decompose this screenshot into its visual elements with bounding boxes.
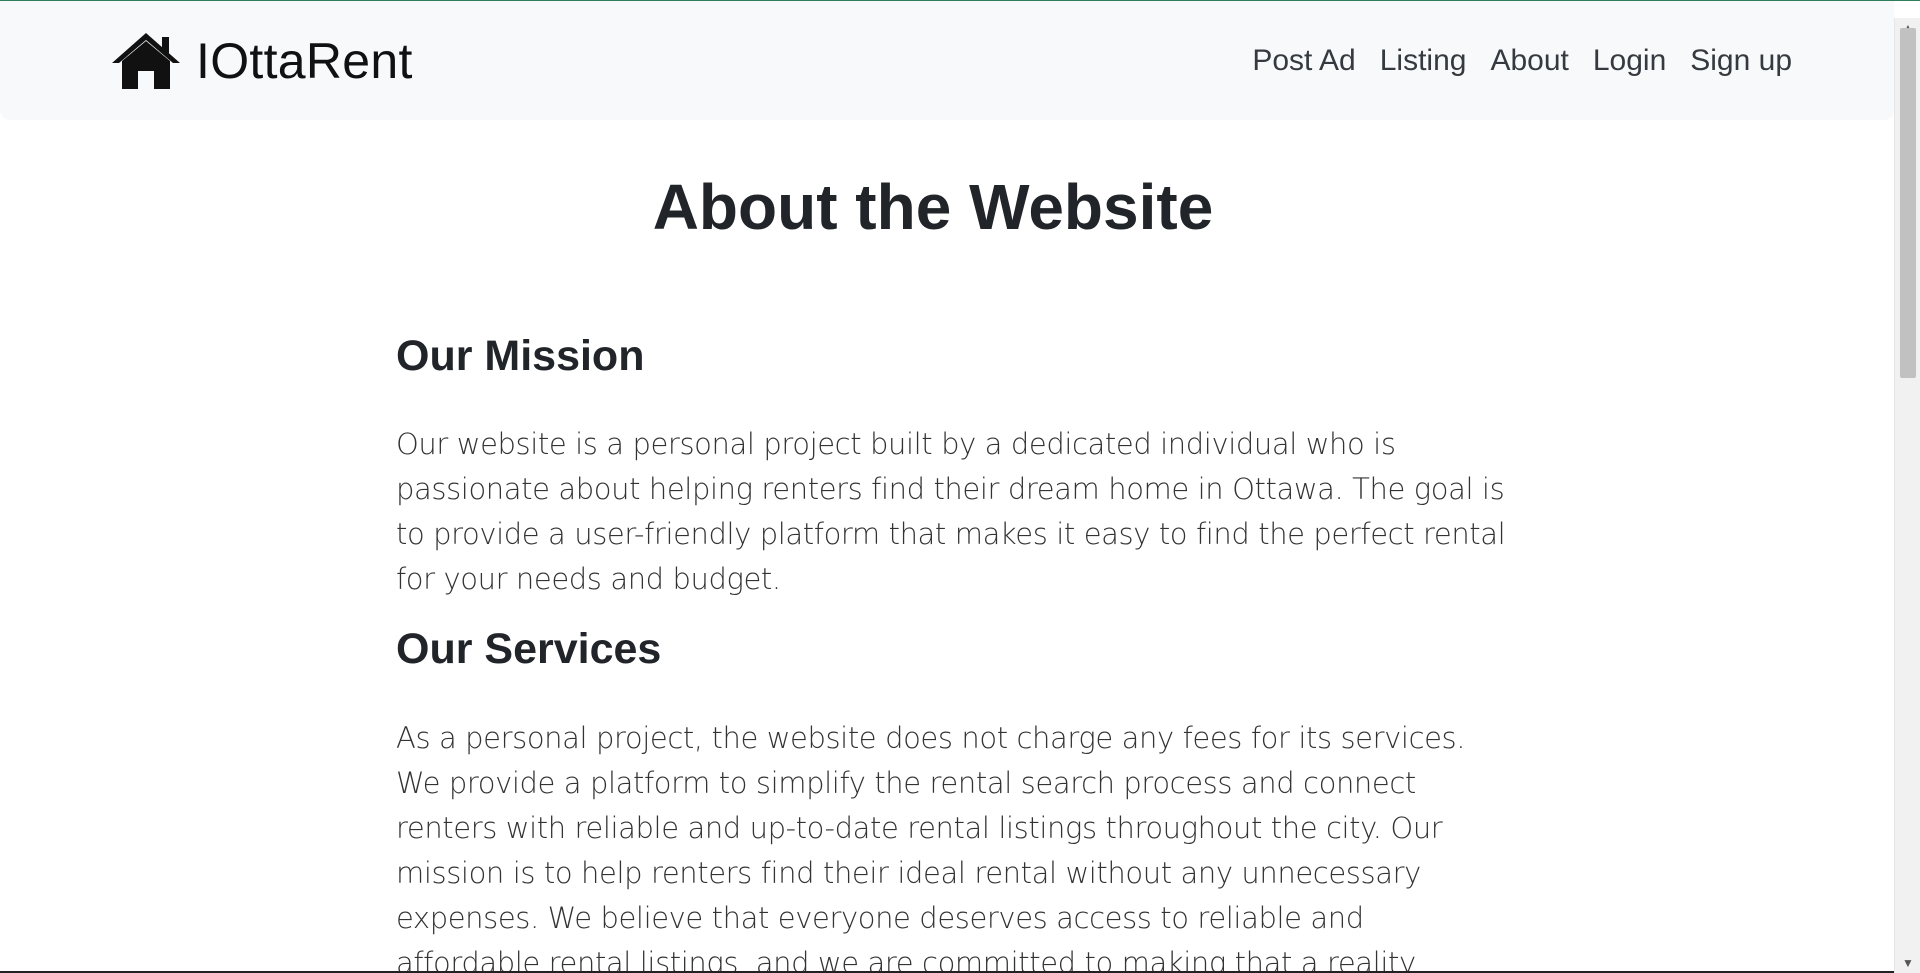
browser-viewport: IOttaRent Post Ad Listing About Login Si… xyxy=(0,0,1920,973)
home-icon xyxy=(112,33,180,89)
vertical-scrollbar[interactable]: ▲ ▼ xyxy=(1894,18,1920,973)
nav-sign-up[interactable]: Sign up xyxy=(1690,37,1792,85)
services-paragraph: As a personal project, the website does … xyxy=(396,721,1466,973)
mission-heading: Our Mission xyxy=(396,332,645,380)
nav-login[interactable]: Login xyxy=(1593,37,1666,85)
brand-name: IOttaRent xyxy=(196,33,413,89)
nav-about[interactable]: About xyxy=(1490,37,1568,85)
main-content: About the Website Our Mission Our websit… xyxy=(396,170,1506,973)
page-title: About the Website xyxy=(652,171,1214,243)
brand-link[interactable]: IOttaRent xyxy=(110,31,413,91)
nav-links: Post Ad Listing About Login Sign up xyxy=(1252,37,1792,85)
navbar: IOttaRent Post Ad Listing About Login Si… xyxy=(0,1,1894,120)
scroll-down-icon[interactable]: ▼ xyxy=(1895,953,1920,973)
nav-post-ad[interactable]: Post Ad xyxy=(1252,37,1355,85)
scrollbar-thumb[interactable] xyxy=(1900,28,1916,378)
nav-listing[interactable]: Listing xyxy=(1380,37,1467,85)
mission-paragraph: Our website is a personal project built … xyxy=(396,427,1506,596)
services-heading: Our Services xyxy=(396,625,662,673)
